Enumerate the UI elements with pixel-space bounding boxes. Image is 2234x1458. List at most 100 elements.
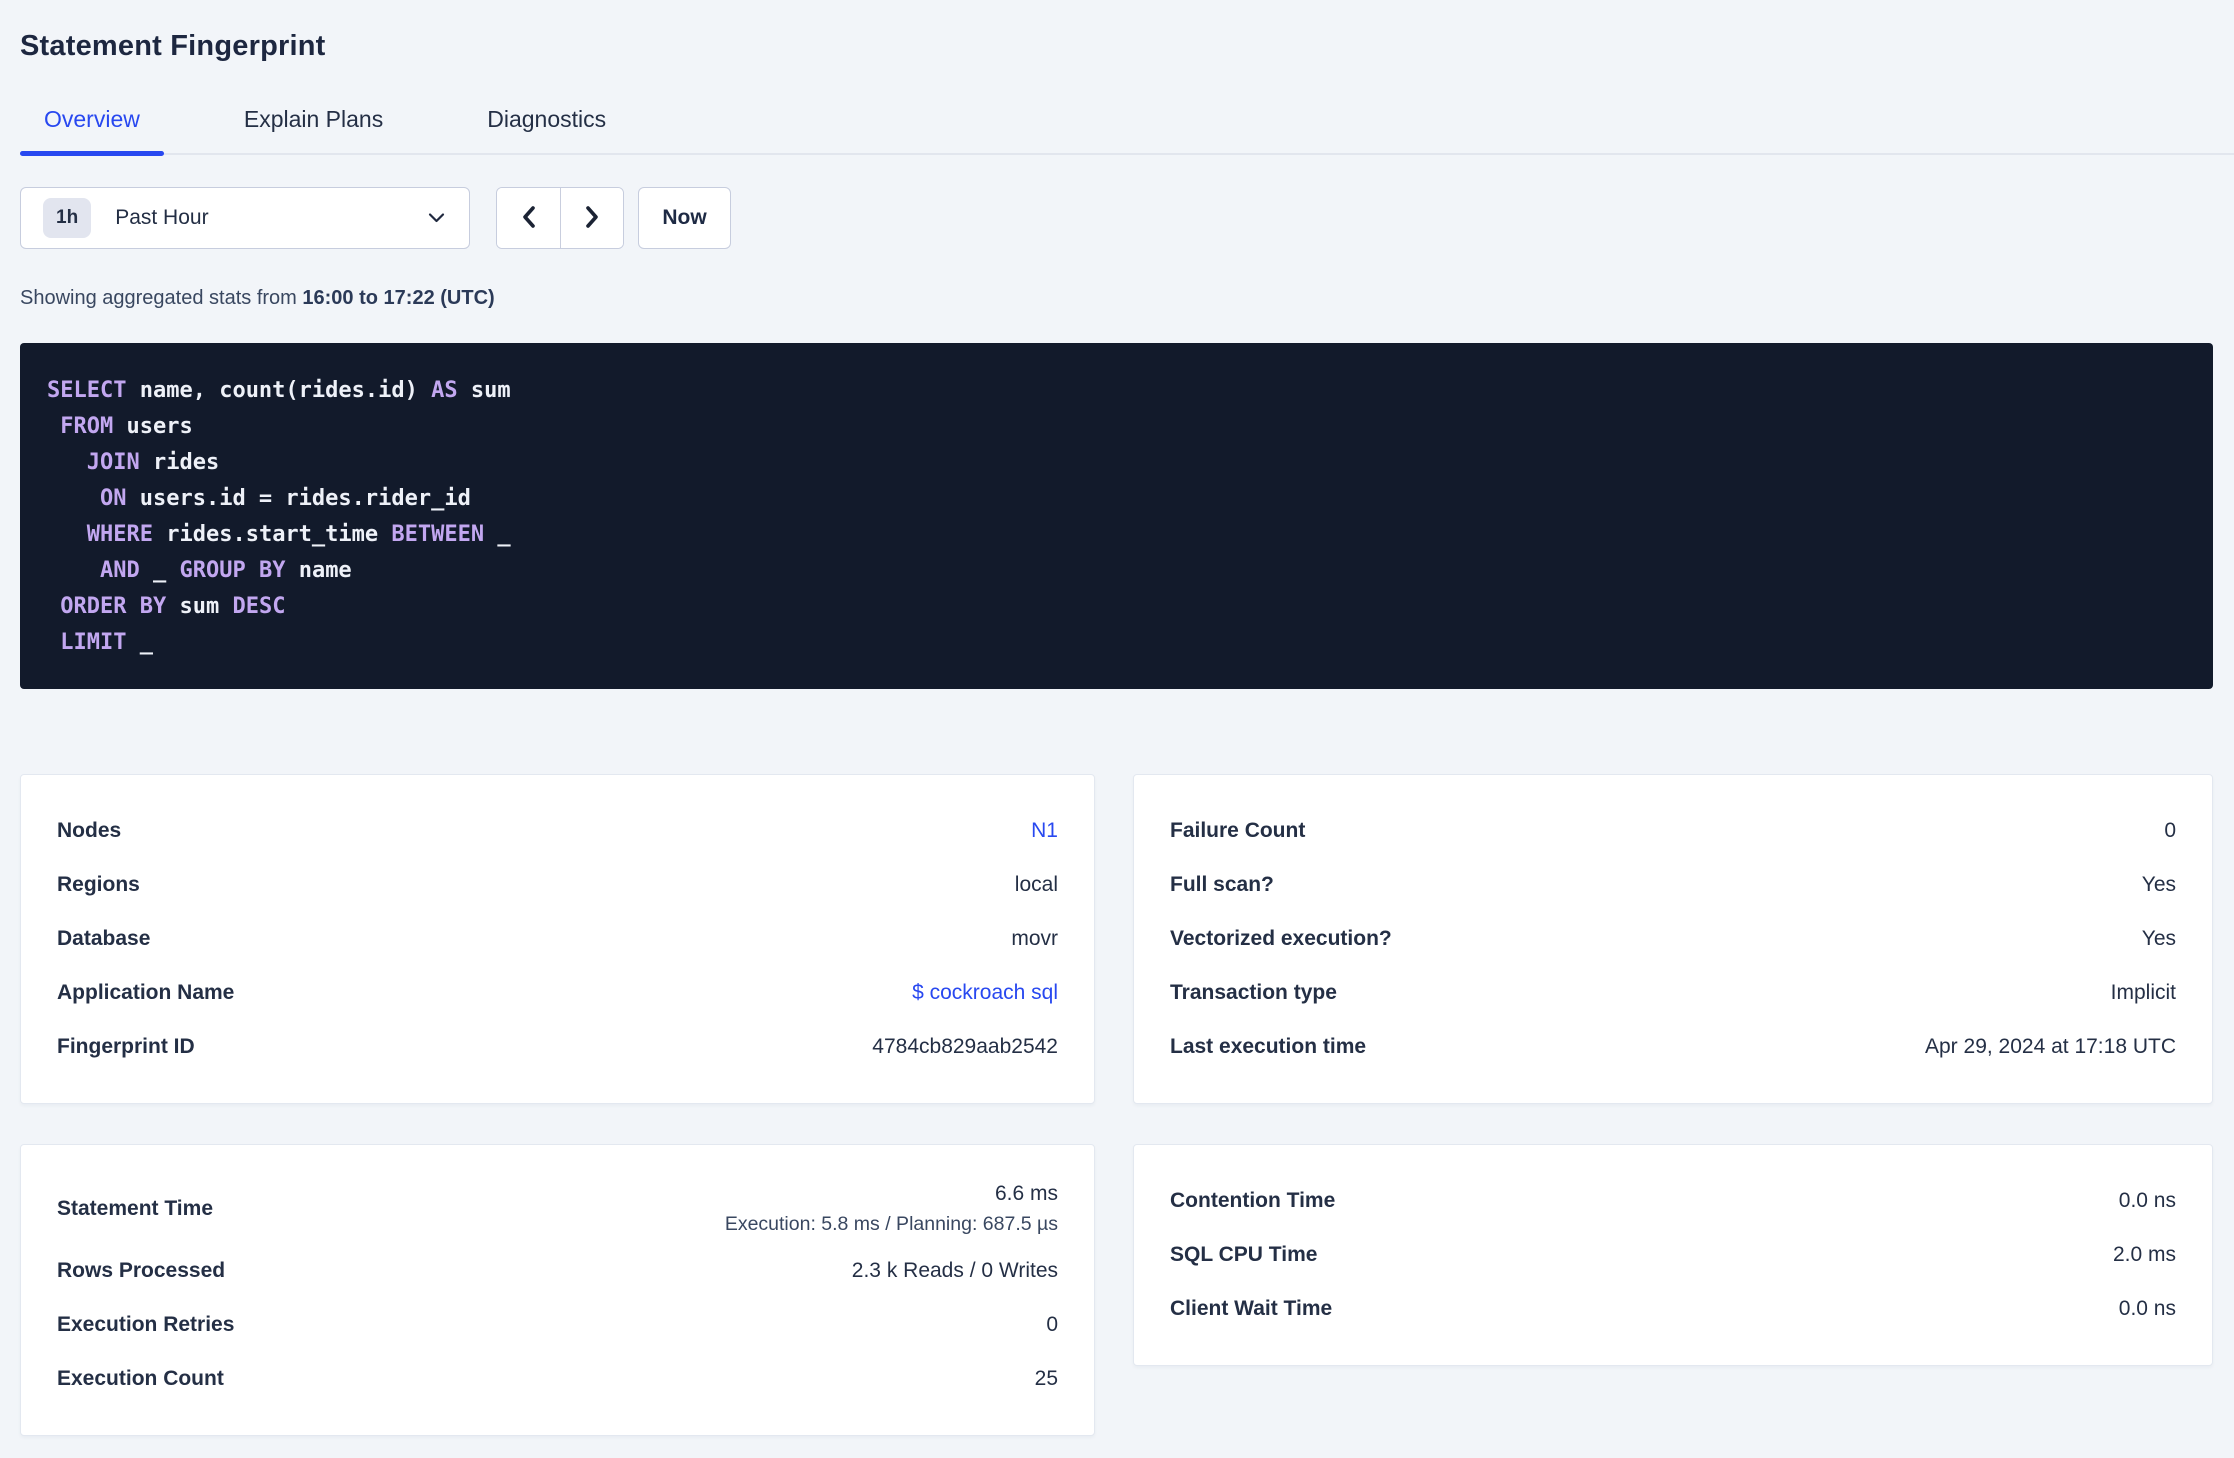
row-label: Full scan? xyxy=(1170,873,1274,896)
sql-text: rides.start_time xyxy=(152,522,392,547)
row-value: Implicit xyxy=(2110,981,2176,1004)
now-button[interactable]: Now xyxy=(638,187,731,249)
aggregated-stats-prefix: Showing aggregated stats from xyxy=(20,287,303,309)
row-label: Fingerprint ID xyxy=(57,1035,195,1058)
aggregated-stats-line: Showing aggregated stats from 16:00 to 1… xyxy=(20,287,2213,310)
aggregated-stats-range: 16:00 to 17:22 (UTC) xyxy=(302,287,495,309)
sql-text: users.id = rides.rider_id xyxy=(126,486,471,511)
card-row: Full scan? Yes xyxy=(1170,858,2176,912)
tab-explain-plans[interactable]: Explain Plans xyxy=(220,90,407,153)
sql-line: JOIN rides xyxy=(47,445,2185,481)
sql-keyword: LIMIT xyxy=(60,630,127,655)
sql-keyword: GROUP BY xyxy=(179,558,286,583)
sql-statement: SELECT name, count(rides.id) AS sum FROM… xyxy=(20,343,2213,689)
tab-diagnostics[interactable]: Diagnostics xyxy=(463,90,630,153)
statement-details-card: Nodes N1 Regions local Database movr Applicati… xyxy=(20,774,1095,1104)
row-label: Vectorized execution? xyxy=(1170,927,1392,950)
row-value-wrap: 6.6 ms Execution: 5.8 ms / Planning: 687.… xyxy=(725,1174,1058,1244)
card-row: Last execution time Apr 29, 2024 at 17:18… xyxy=(1170,1020,2176,1074)
statement-times-card: Statement Time 6.6 ms Execution: 5.8 ms / … xyxy=(20,1144,1095,1436)
row-value-wrap: 0.0 ns xyxy=(2119,1181,2176,1221)
sql-text: sum xyxy=(166,594,233,619)
statement-fingerprint-page: Statement Fingerprint Overview Explain Pl… xyxy=(0,0,2234,1436)
sql-text: users xyxy=(113,414,193,439)
row-label: Regions xyxy=(57,873,140,896)
time-range-badge: 1h xyxy=(43,198,92,238)
row-value-link[interactable]: N1 xyxy=(1031,819,1058,843)
row-value: movr xyxy=(1011,927,1058,950)
sql-text: name, count(rides.id) xyxy=(126,378,432,403)
row-value-wrap: N1 xyxy=(1031,811,1058,851)
row-label: Client Wait Time xyxy=(1170,1297,1333,1320)
sql-keyword: FROM xyxy=(60,414,114,439)
time-step-button-group xyxy=(496,187,624,249)
row-value: local xyxy=(1014,873,1058,896)
row-value-wrap: 2.3 k Reads / 0 Writes xyxy=(852,1251,1058,1291)
sql-keyword: ORDER BY xyxy=(60,594,167,619)
next-time-range-button[interactable] xyxy=(560,188,623,248)
sql-text: _ xyxy=(126,630,153,655)
sql-line: ON users.id = rides.rider_id xyxy=(47,481,2185,517)
row-value: 0 xyxy=(1046,1313,1058,1336)
row-label: Statement Time xyxy=(57,1197,213,1220)
chevron-down-icon xyxy=(428,212,445,224)
row-value-wrap: 0 xyxy=(1046,1305,1058,1345)
row-value-wrap: Implicit xyxy=(2111,973,2176,1013)
row-value: 6.6 ms xyxy=(994,1182,1058,1205)
sql-text: sum xyxy=(457,378,511,403)
sql-text: _ xyxy=(484,522,511,547)
row-value: 2.0 ms xyxy=(2112,1243,2176,1266)
row-value-wrap: local xyxy=(1015,865,1058,905)
row-label: SQL CPU Time xyxy=(1170,1243,1318,1266)
card-row: Vectorized execution? Yes xyxy=(1170,912,2176,966)
row-label: Last execution time xyxy=(1170,1035,1367,1058)
row-value: 0 xyxy=(2164,819,2176,842)
row-label: Contention Time xyxy=(1170,1189,1336,1212)
time-range-label: Past Hour xyxy=(115,206,209,229)
sql-line: SELECT name, count(rides.id) AS sum xyxy=(47,373,2185,409)
row-value-wrap: Yes xyxy=(2142,919,2176,959)
card-row: Rows Processed 2.3 k Reads / 0 Writes xyxy=(57,1244,1058,1298)
row-subvalue: Execution: 5.8 ms / Planning: 687.5 µs xyxy=(724,1213,1058,1235)
sql-text: rides xyxy=(139,450,220,475)
card-row: Failure Count 0 xyxy=(1170,804,2176,858)
row-value: Yes xyxy=(2141,927,2176,950)
row-value: 2.3 k Reads / 0 Writes xyxy=(851,1259,1058,1282)
previous-time-range-button[interactable] xyxy=(497,188,560,248)
row-value-wrap: 0 xyxy=(2164,811,2176,851)
row-value-wrap: 2.0 ms xyxy=(2113,1235,2176,1275)
row-value-wrap: Yes xyxy=(2142,865,2176,905)
card-row: Statement Time 6.6 ms Execution: 5.8 ms / … xyxy=(57,1174,1058,1244)
page-title: Statement Fingerprint xyxy=(20,30,326,62)
time-controls: 1h Past Hour Now xyxy=(20,187,2213,249)
row-value: 0.0 ns xyxy=(2118,1297,2176,1320)
card-row: Regions local xyxy=(57,858,1058,912)
card-row: Application Name $ cockroach sql xyxy=(57,966,1058,1020)
row-value-wrap: Apr 29, 2024 at 17:18 UTC xyxy=(1925,1027,2176,1067)
row-value-link[interactable]: $ cockroach sql xyxy=(912,981,1058,1005)
row-value-wrap: $ cockroach sql xyxy=(912,973,1058,1013)
row-label: Rows Processed xyxy=(57,1259,226,1282)
sql-keyword: AND xyxy=(99,558,140,583)
card-row: Execution Retries 0 xyxy=(57,1298,1058,1352)
card-row: Client Wait Time 0.0 ns xyxy=(1170,1282,2176,1336)
card-row: Database movr xyxy=(57,912,1058,966)
row-value-wrap: 0.0 ns xyxy=(2119,1289,2176,1329)
sql-keyword: ON xyxy=(99,486,127,511)
row-label: Transaction type xyxy=(1170,981,1337,1004)
chevron-right-icon xyxy=(581,204,603,233)
sql-text: name xyxy=(285,558,352,583)
tab-overview[interactable]: Overview xyxy=(20,90,164,156)
time-range-dropdown[interactable]: 1h Past Hour xyxy=(20,187,470,249)
row-value-wrap: movr xyxy=(1011,919,1058,959)
card-row: Transaction type Implicit xyxy=(1170,966,2176,1020)
row-label: Database xyxy=(57,927,151,950)
execution-attributes-card: Failure Count 0 Full scan? Yes Vectorized ex… xyxy=(1133,774,2213,1104)
